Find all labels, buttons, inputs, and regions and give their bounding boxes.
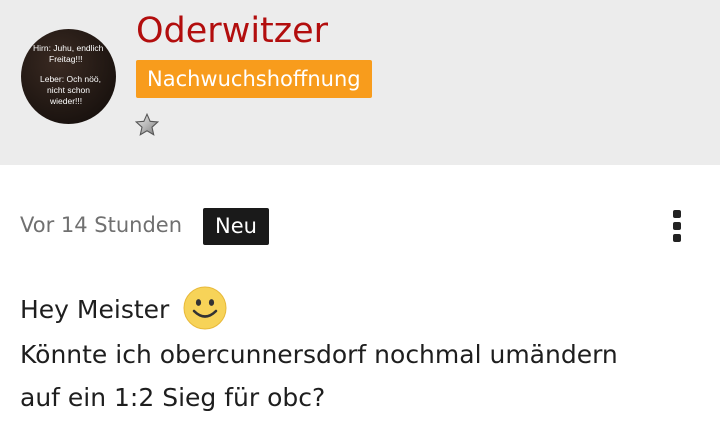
new-badge: Neu [203, 208, 269, 245]
post-text: Hey Meister [20, 295, 170, 324]
post-line: Hey Meister [20, 286, 700, 333]
avatar-text-line: Leber: Och nöö, [40, 74, 101, 84]
post-timestamp: Vor 14 Stunden [20, 213, 183, 237]
avatar-text-line: wieder!!! [50, 96, 83, 106]
avatar-text-line: nicht schon [47, 85, 90, 95]
avatar[interactable]: Hirn: Juhu, endlich Freitag!!! Leber: Oc… [21, 29, 116, 124]
post-line: Könnte ich obercunnersdorf nochmal umänd… [20, 340, 618, 369]
profile-header: Hirn: Juhu, endlich Freitag!!! Leber: Oc… [0, 0, 720, 165]
smiley-icon [183, 286, 227, 330]
avatar-text-line: Hirn: Juhu, endlich [33, 43, 104, 53]
post-line: auf ein 1:2 Sieg für obc? [20, 383, 326, 412]
username[interactable]: Oderwitzer [136, 10, 328, 52]
avatar-text-line: Freitag!!! [49, 54, 83, 64]
more-vertical-icon[interactable] [666, 208, 688, 244]
rank-badge: Nachwuchshoffnung [136, 60, 372, 98]
star-icon [134, 112, 160, 136]
post-body: Hey Meister Könnte ich obercunnersdorf n… [20, 286, 700, 419]
